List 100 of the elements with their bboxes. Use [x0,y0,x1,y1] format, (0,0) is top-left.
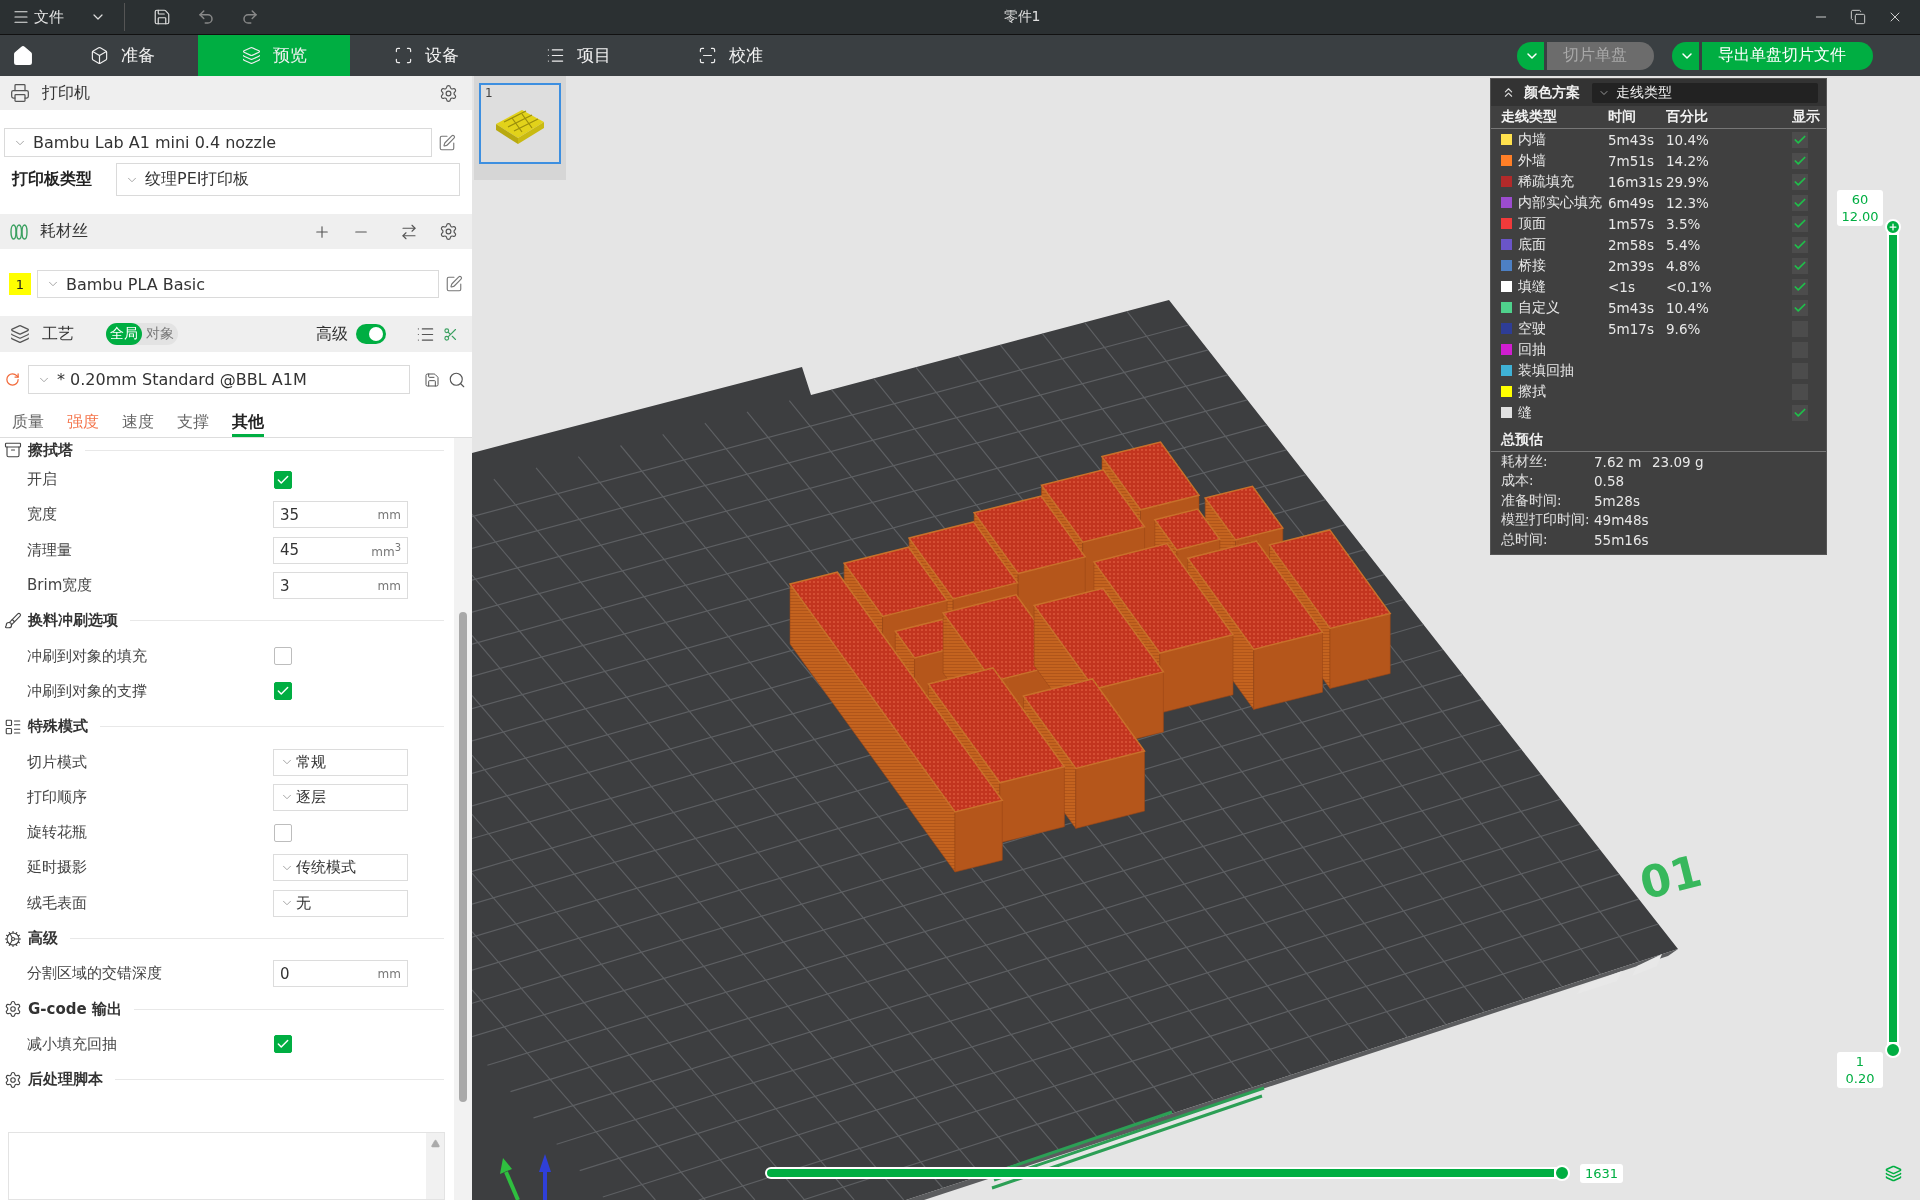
dropdown[interactable]: 常规 [273,748,408,776]
setting-label: 宽度 [27,505,58,525]
scroll-up-icon[interactable] [430,1139,440,1149]
edit-icon[interactable] [445,275,463,293]
time-value: 2m39s [1608,257,1654,274]
setting-label: Brim宽度 [27,576,94,596]
summary-label: 模型打印时间: [1501,511,1591,530]
restore-icon[interactable] [1850,9,1866,25]
spool-icon [10,223,28,240]
number-field[interactable]: 3 mm [273,572,408,600]
plate-thumbnail[interactable]: 1 [479,83,561,164]
line-type-label: 桥接 [1518,256,1546,275]
visibility-checkbox[interactable] [1792,173,1808,190]
settings-tab[interactable]: 支撑 [177,410,209,437]
save-icon[interactable] [424,371,440,388]
visibility-checkbox[interactable] [1792,299,1808,316]
line-type-label: 空驶 [1518,319,1546,338]
axis-gizmo [500,1154,551,1200]
undo-icon[interactable] [197,8,215,26]
nav-tab[interactable]: 准备 [46,35,198,76]
script-field[interactable] [8,1132,445,1200]
section-title: 特殊模式 [28,717,88,737]
settings-tab[interactable]: 其他 [232,410,264,437]
search-icon[interactable] [448,370,466,389]
settings-icon[interactable] [439,222,458,241]
slider-handle[interactable] [1885,219,1901,235]
layer-tooltip: 60 12.00 [1837,190,1883,226]
slider-handle[interactable] [1885,1042,1901,1058]
checkbox[interactable] [274,647,292,666]
process-select[interactable]: * 0.20mm Standard @BBL A1M [28,365,410,394]
gear-icon [4,1000,22,1019]
summary-label: 准备时间: [1501,491,1563,510]
nav-tab[interactable]: 设备 [350,35,502,76]
redo-icon[interactable] [241,8,259,26]
summary-label: 耗材丝: [1501,452,1549,471]
number-field[interactable]: 45 mm$^{3}$ [273,536,408,564]
visibility-checkbox[interactable] [1792,236,1808,253]
checkbox[interactable] [274,823,292,842]
layers-icon[interactable] [1885,1165,1902,1182]
filament-select[interactable]: Bambu PLA Basic [37,270,439,298]
time-value: 5m17s [1608,320,1654,337]
setting-label: 延时摄影 [27,858,88,878]
nav-tab[interactable]: 校准 [654,35,806,76]
scope-option[interactable]: 对象 [142,323,178,345]
summary-title: 总预估 [1501,431,1543,449]
column-header: 时间 [1608,107,1637,126]
scissors-icon[interactable] [443,326,458,342]
visibility-checkbox[interactable] [1792,152,1808,169]
circular-arrow-icon[interactable] [5,372,20,387]
section-title: 打印机 [42,82,90,104]
scheme-select[interactable]: 走线类型 [1592,82,1818,103]
plate-index: 1 [485,86,493,100]
plus-icon [1888,222,1898,232]
advanced-switch[interactable] [356,324,386,344]
number-field[interactable]: 0 mm [273,960,408,988]
cog-icon [4,929,22,948]
filament-index: 1 [9,273,31,295]
home-icon[interactable] [12,44,34,67]
percent-value: 10.4% [1666,131,1709,148]
number-field[interactable]: 35 mm [273,501,408,529]
list-icon [545,46,565,65]
visibility-checkbox[interactable] [1792,278,1808,295]
unit-label: mm [377,966,401,981]
line-type-label: 底面 [1518,235,1546,254]
time-value: 2m58s [1608,236,1654,253]
slider-handle[interactable] [1554,1165,1570,1181]
time-value: 6m49s [1608,194,1654,211]
settings-tab[interactable]: 速度 [122,410,154,437]
dropdown[interactable]: 传统模式 [273,854,408,882]
slice-options-button[interactable] [1517,41,1544,70]
dropdown[interactable]: 逐层 [273,783,408,811]
summary-value: 7.62 m [1594,453,1643,470]
move-value-label: 1631 [1580,1163,1624,1183]
settings-icon[interactable] [439,83,458,103]
checkbox[interactable] [274,470,292,489]
checkbox[interactable] [274,1035,292,1054]
swap-icon[interactable] [400,222,418,241]
scrollbar[interactable] [454,438,472,1200]
edit-icon[interactable] [438,133,456,152]
visibility-checkbox[interactable] [1792,404,1808,421]
visibility-checkbox[interactable] [1792,194,1808,211]
file-menu-button[interactable]: 文件 [12,3,64,31]
dropdown[interactable]: 无 [273,889,408,917]
move-slider-track[interactable] [765,1167,1570,1179]
visibility-checkbox[interactable] [1792,131,1808,148]
printer-select[interactable]: Bambu Lab A1 mini 0.4 nozzle [4,128,432,157]
percent-value: 3.5% [1666,215,1701,232]
export-options-button[interactable] [1672,41,1699,70]
visibility-checkbox[interactable] [1792,257,1808,274]
tray-icon [4,441,22,459]
nav-tab[interactable]: 项目 [502,35,654,76]
setting-label: 打印顺序 [27,787,88,807]
setting-label: 冲刷到对象的支撑 [27,681,148,701]
visibility-checkbox[interactable] [1792,215,1808,232]
percent-value: 5.4% [1666,236,1701,253]
settings-tab[interactable]: 质量 [12,410,44,437]
plate-type-select[interactable]: 纹理PEI打印板 [116,163,460,196]
checkbox[interactable] [274,682,292,701]
setting-label: 冲刷到对象的填充 [27,646,148,666]
save-icon[interactable] [153,8,171,26]
